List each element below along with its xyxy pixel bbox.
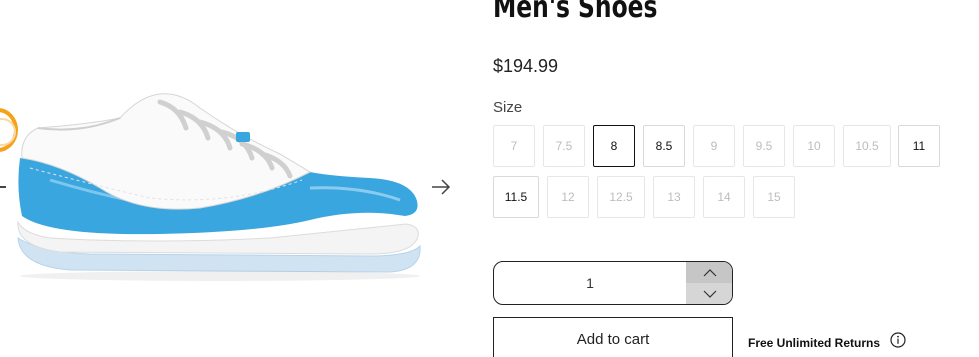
add-to-cart-button[interactable]: Add to cart <box>493 317 733 357</box>
size-option-8[interactable]: 8 <box>593 125 635 167</box>
arrow-right-icon[interactable] <box>430 176 452 198</box>
quantity-decrement-button[interactable] <box>686 283 732 304</box>
size-option-8-5[interactable]: 8.5 <box>643 125 685 167</box>
size-option-11[interactable]: 11 <box>898 125 940 167</box>
size-option-14[interactable]: 14 <box>703 176 745 218</box>
size-option-9-5[interactable]: 9.5 <box>743 125 785 167</box>
size-option-10-5[interactable]: 10.5 <box>843 125 891 167</box>
product-image <box>17 93 421 281</box>
free-returns-label: Free Unlimited Returns <box>748 336 881 350</box>
size-label: Size <box>493 99 523 116</box>
size-option-12-5[interactable]: 12.5 <box>597 176 645 218</box>
size-option-11-5[interactable]: 11.5 <box>493 176 539 218</box>
chevron-up-icon <box>703 268 716 276</box>
size-option-9[interactable]: 9 <box>693 125 735 167</box>
product-price: $194.99 <box>493 56 559 76</box>
quantity-stepper: 1 <box>493 261 733 305</box>
product-gallery <box>0 0 470 357</box>
size-option-12[interactable]: 12 <box>547 176 589 218</box>
quantity-input[interactable]: 1 <box>494 262 686 304</box>
size-option-15[interactable]: 15 <box>753 176 795 218</box>
arrow-left-icon[interactable] <box>0 186 6 188</box>
quantity-increment-button[interactable] <box>686 262 732 283</box>
size-option-7[interactable]: 7 <box>493 125 535 167</box>
size-option-13[interactable]: 13 <box>653 176 695 218</box>
size-option-7-5[interactable]: 7.5 <box>543 125 585 167</box>
size-option-10[interactable]: 10 <box>793 125 835 167</box>
info-icon[interactable] <box>890 332 906 348</box>
chevron-down-icon <box>703 290 716 298</box>
product-title: Men's Shoes <box>493 0 658 25</box>
